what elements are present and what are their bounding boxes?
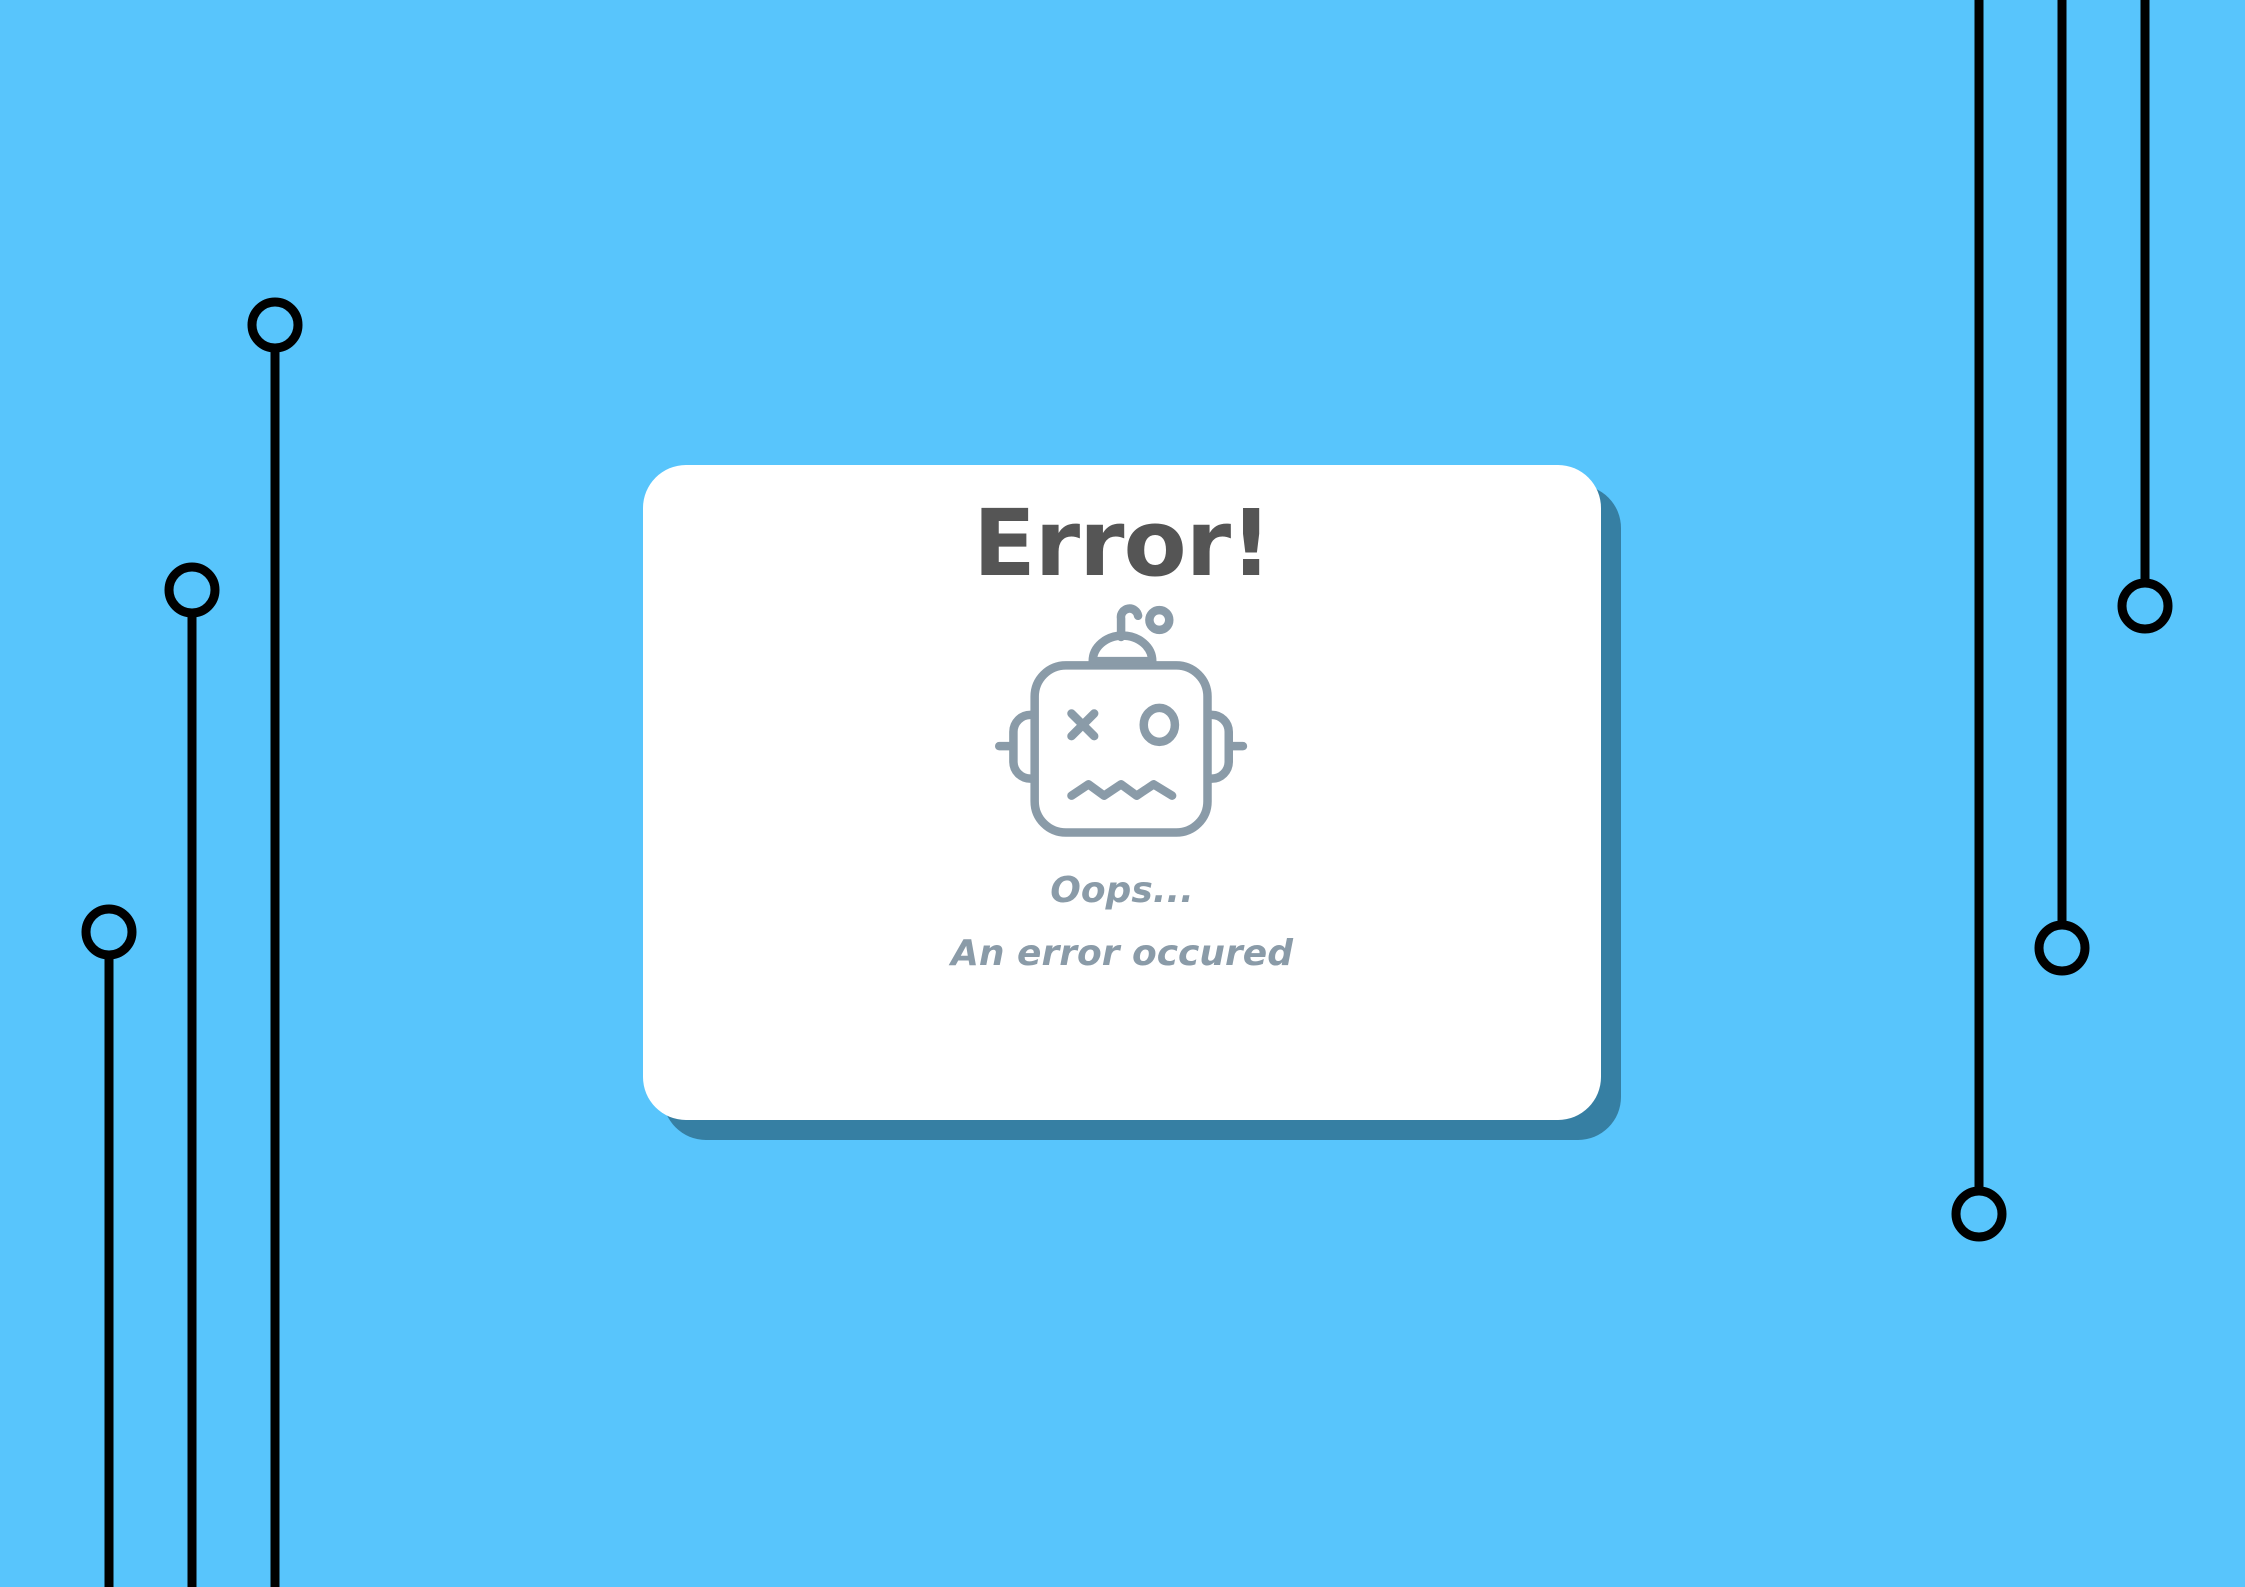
circuit-node bbox=[81, 904, 137, 960]
broken-robot-icon bbox=[995, 604, 1248, 837]
error-card: Error! Oops... An error occured bbox=[643, 465, 1601, 1120]
error-title: Error! bbox=[972, 490, 1272, 597]
circuit-node bbox=[2034, 920, 2090, 976]
circuit-node bbox=[2117, 578, 2173, 634]
oops-text: Oops... bbox=[1050, 870, 1194, 911]
circuit-node bbox=[247, 297, 303, 353]
circuit-node bbox=[1951, 1186, 2007, 1242]
circuit-node bbox=[164, 562, 220, 618]
error-message: An error occured bbox=[951, 933, 1293, 974]
